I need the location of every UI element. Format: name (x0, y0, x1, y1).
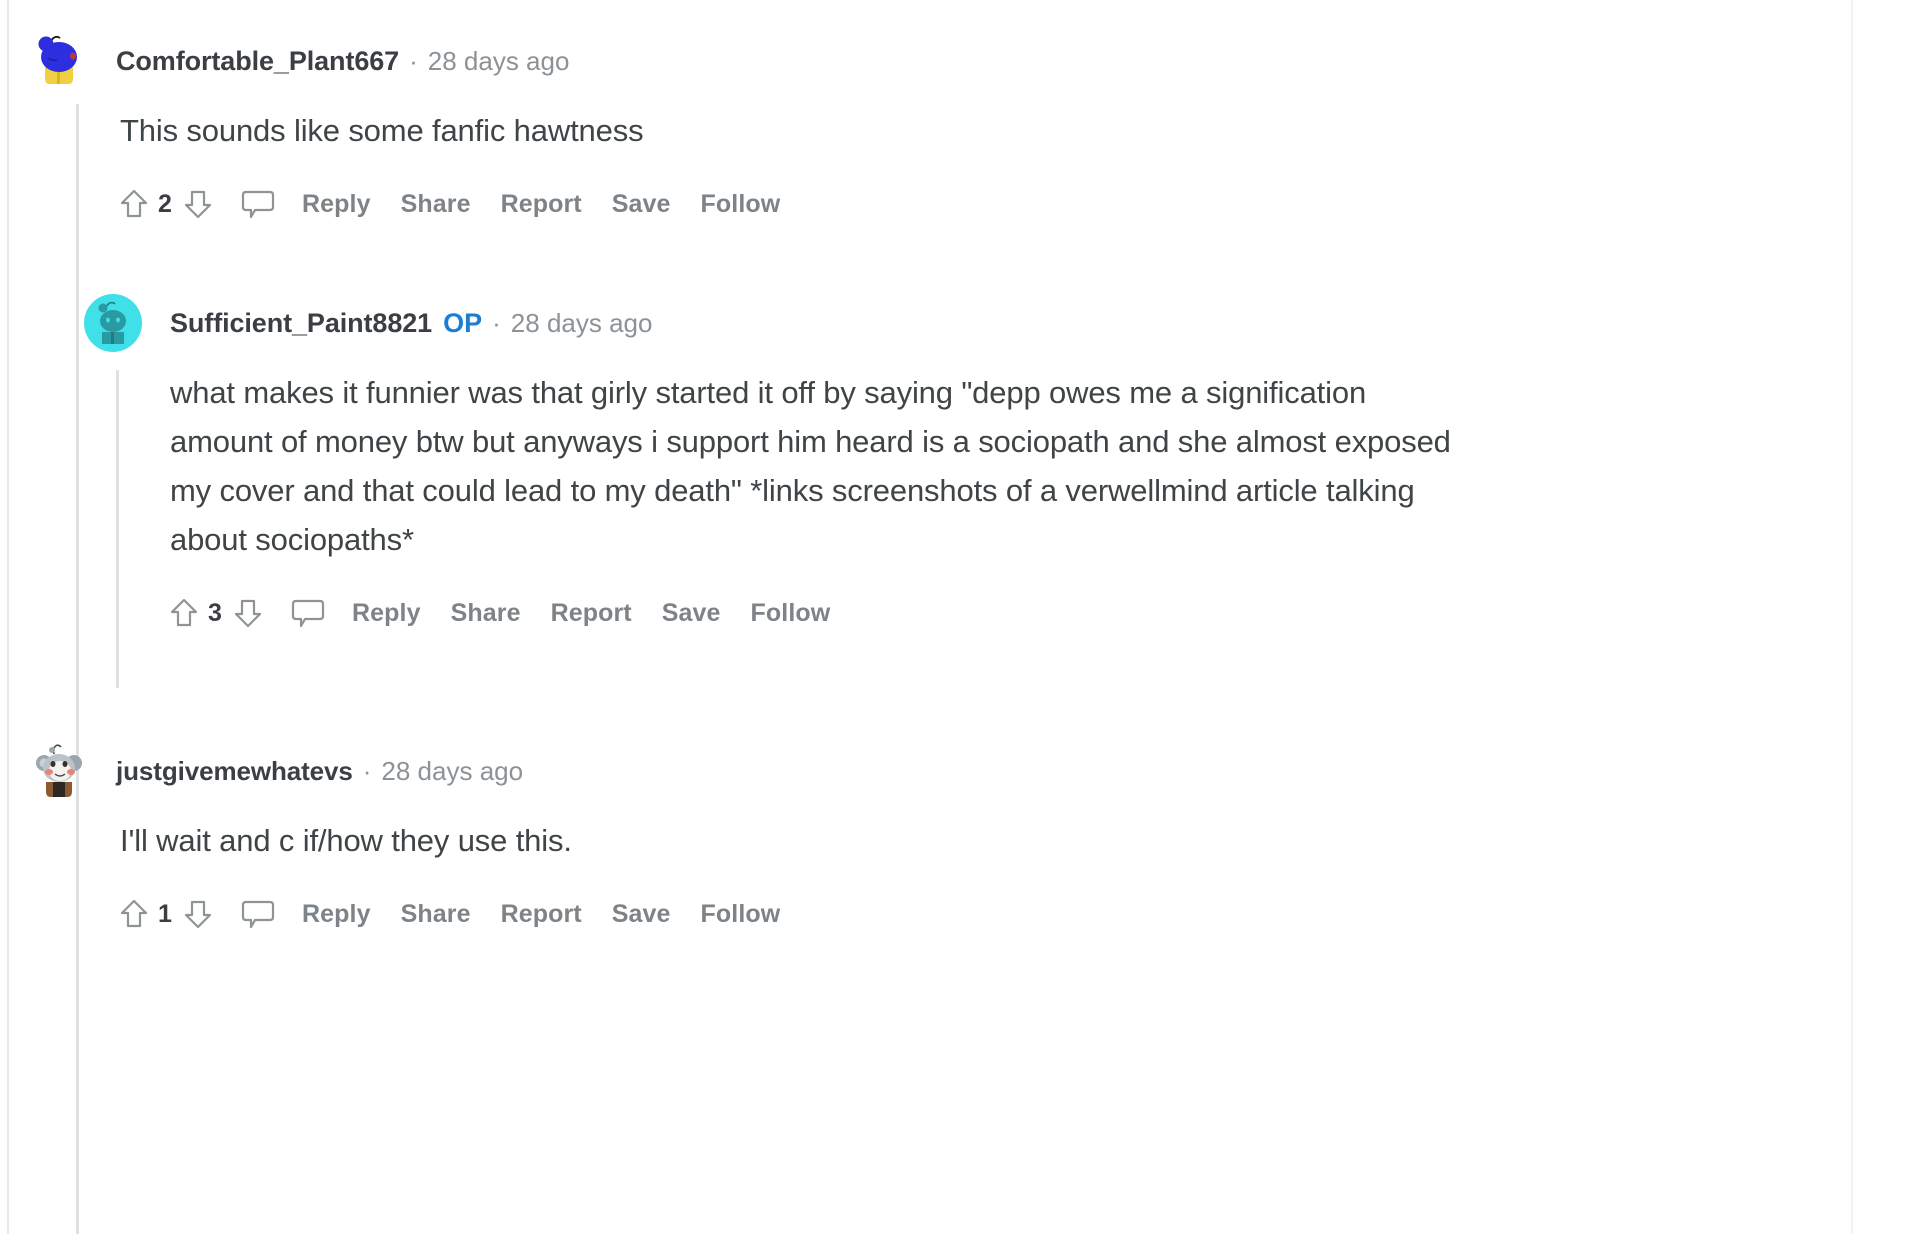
downvote-arrow-icon[interactable] (178, 184, 218, 224)
vote-group: 3 (164, 593, 268, 633)
share-button[interactable]: Share (401, 900, 471, 929)
reply-button[interactable]: Reply (352, 599, 421, 628)
page-left-border (7, 0, 9, 1234)
comment-bubble-icon[interactable] (286, 593, 330, 633)
op-badge: OP (443, 307, 483, 338)
save-button[interactable]: Save (612, 190, 671, 219)
comment-sufficient-paint8821: Sufficient_Paint8821 OP · 28 days ago wh… (84, 294, 1844, 636)
report-button[interactable]: Report (501, 900, 582, 929)
vote-group: 2 (114, 184, 218, 224)
comment-timestamp: 28 days ago (427, 45, 570, 76)
meta-separator: · (492, 307, 501, 338)
follow-button[interactable]: Follow (701, 190, 781, 219)
comment-action-bar: 2 Reply Share Report Save Follow (114, 181, 1830, 227)
meta-separator: · (362, 755, 372, 786)
comment-bubble-icon[interactable] (236, 894, 280, 934)
downvote-arrow-icon[interactable] (228, 593, 268, 633)
comment-body: This sounds like some fanfic hawtness (120, 113, 644, 148)
comment-header: justgivemewhatevs · 28 days ago (30, 744, 1830, 797)
comment-bubble-icon[interactable] (236, 184, 280, 224)
comment-username[interactable]: Sufficient_Paint8821 (170, 308, 432, 339)
reply-button[interactable]: Reply (302, 900, 371, 929)
vote-count: 1 (158, 899, 172, 928)
report-button[interactable]: Report (501, 190, 582, 219)
vote-count: 2 (158, 189, 172, 218)
save-button[interactable]: Save (612, 900, 671, 929)
comment-timestamp: 28 days ago (510, 307, 653, 338)
vote-group: 1 (114, 894, 218, 934)
follow-button[interactable]: Follow (751, 599, 831, 628)
downvote-arrow-icon[interactable] (178, 894, 218, 934)
comment-action-bar: 1 Reply Share Report Save Follow (114, 891, 1830, 937)
avatar-comfortable-plant667[interactable] (30, 29, 88, 87)
report-button[interactable]: Report (551, 599, 632, 628)
comment-comfortable-plant667: Comfortable_Plant667 · 28 days ago This … (30, 35, 1830, 227)
avatar-sufficient-paint8821[interactable] (84, 294, 142, 352)
comment-header: Comfortable_Plant667 · 28 days ago (30, 35, 1830, 84)
comment-justgivemewhatevs: justgivemewhatevs · 28 days ago I'll wai… (30, 744, 1830, 937)
upvote-arrow-icon[interactable] (114, 184, 154, 224)
page-right-border (1851, 0, 1853, 1234)
comment-username[interactable]: Comfortable_Plant667 (116, 46, 399, 77)
comment-timestamp: 28 days ago (381, 755, 524, 786)
comment-body: what makes it funnier was that girly sta… (170, 375, 1451, 557)
vote-count: 3 (208, 598, 222, 627)
comment-header: Sufficient_Paint8821 OP · 28 days ago (84, 294, 1844, 352)
comment-thread-page: Comfortable_Plant667 · 28 days ago This … (0, 0, 1920, 1234)
thread-line-level-1[interactable] (76, 104, 79, 1234)
upvote-arrow-icon[interactable] (114, 894, 154, 934)
comment-action-bar: 3 Reply Share Report Save Follow (164, 590, 1844, 636)
meta-separator: · (409, 45, 418, 76)
follow-button[interactable]: Follow (701, 900, 781, 929)
save-button[interactable]: Save (662, 599, 721, 628)
avatar-justgivemewhatevs[interactable] (30, 740, 88, 798)
reply-button[interactable]: Reply (302, 190, 371, 219)
upvote-arrow-icon[interactable] (164, 593, 204, 633)
comment-body: I'll wait and c if/how they use this. (120, 823, 572, 858)
share-button[interactable]: Share (401, 190, 471, 219)
share-button[interactable]: Share (451, 599, 521, 628)
comment-username[interactable]: justgivemewhatevs (116, 756, 353, 787)
